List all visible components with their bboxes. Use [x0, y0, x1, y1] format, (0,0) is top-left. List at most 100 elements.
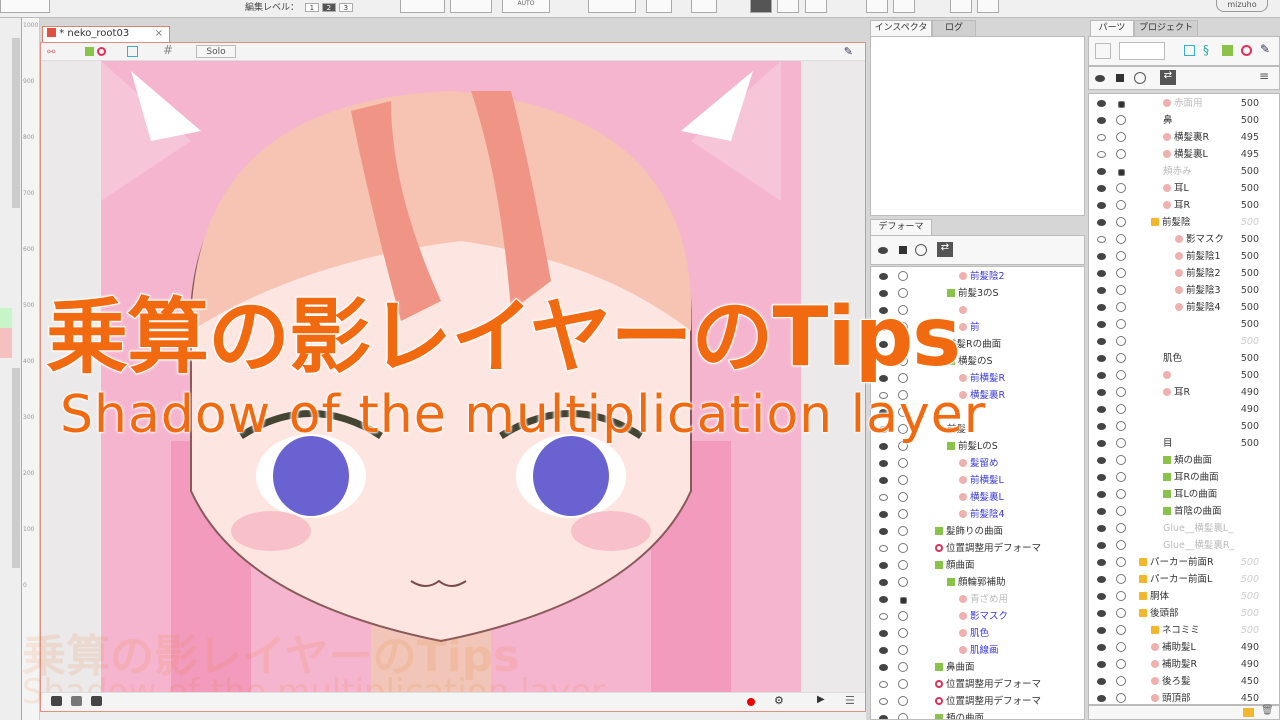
- tree-row[interactable]: 前横髪L: [871, 472, 1084, 489]
- lock-icon[interactable]: [1118, 101, 1125, 108]
- draw-mode-button[interactable]: [400, 0, 445, 13]
- level-2-button[interactable]: 2: [321, 3, 336, 12]
- visibility-toggle-icon[interactable]: [1097, 372, 1106, 379]
- record-button[interactable]: [747, 698, 755, 706]
- curve-tool-button[interactable]: [977, 0, 999, 13]
- tree-row[interactable]: Glue__横髪裏R_: [1089, 537, 1279, 554]
- tree-row[interactable]: 耳L 500: [1089, 180, 1279, 197]
- tree-row[interactable]: 耳R 490: [1089, 384, 1279, 401]
- visibility-toggle-icon[interactable]: [1097, 406, 1106, 413]
- lock-toggle-icon[interactable]: [1116, 217, 1126, 227]
- tree-row[interactable]: 髪留め: [871, 455, 1084, 472]
- tree-row[interactable]: 補助髪L 490: [1089, 639, 1279, 656]
- visibility-toggle-icon[interactable]: [879, 545, 888, 552]
- tree-row[interactable]: 耳Lの曲面: [1089, 486, 1279, 503]
- tree-row[interactable]: Glue__横髪裏L_: [1089, 520, 1279, 537]
- lock-toggle-icon[interactable]: [1116, 387, 1126, 397]
- tree-row[interactable]: 後ろ髪 450: [1089, 673, 1279, 690]
- tree-row[interactable]: 後頭部 500: [1089, 605, 1279, 622]
- lock-toggle-icon[interactable]: [1116, 370, 1126, 380]
- tree-row[interactable]: 頬の曲面: [1089, 452, 1279, 469]
- tree-row[interactable]: 肌色 500: [1089, 350, 1279, 367]
- visibility-toggle-icon[interactable]: [1097, 457, 1106, 464]
- lock-toggle-icon[interactable]: [1116, 489, 1126, 499]
- list-icon[interactable]: ☰: [845, 694, 855, 707]
- eye-icon[interactable]: [878, 247, 888, 254]
- lock-toggle-icon[interactable]: [1116, 659, 1126, 669]
- visibility-toggle-icon[interactable]: [879, 596, 888, 603]
- visibility-toggle-icon[interactable]: [879, 715, 888, 719]
- lock-toggle-icon[interactable]: [1116, 625, 1126, 635]
- visibility-toggle-icon[interactable]: [1097, 270, 1106, 277]
- level-3-button[interactable]: 3: [338, 3, 353, 12]
- search-icon[interactable]: [1095, 43, 1111, 59]
- glue-filter-icon[interactable]: §: [1203, 43, 1209, 57]
- bulb-button[interactable]: [450, 0, 492, 13]
- tool-button[interactable]: [691, 0, 717, 13]
- tree-row[interactable]: 赤面用 500: [1089, 95, 1279, 112]
- lock-toggle-icon[interactable]: [1116, 336, 1126, 346]
- tree-row[interactable]: 位置調整用デフォーマ: [871, 693, 1084, 710]
- visibility-toggle-icon[interactable]: [1097, 321, 1106, 328]
- visibility-toggle-icon[interactable]: [1097, 117, 1106, 124]
- visibility-toggle-icon[interactable]: [1097, 355, 1106, 362]
- tree-row[interactable]: 500: [1089, 333, 1279, 350]
- visibility-toggle-icon[interactable]: [879, 647, 888, 654]
- lock-toggle-icon[interactable]: [898, 645, 908, 655]
- menu-icon[interactable]: ≡: [1259, 69, 1269, 83]
- visibility-toggle-icon[interactable]: [879, 528, 888, 535]
- swap-icon[interactable]: ⇄: [937, 242, 953, 257]
- play-button[interactable]: ▶: [817, 694, 825, 705]
- tree-row[interactable]: 前髪陰4 500: [1089, 299, 1279, 316]
- lock-toggle-icon[interactable]: [1116, 693, 1126, 703]
- tree-row[interactable]: 青ざめ用: [871, 591, 1084, 608]
- visibility-toggle-icon[interactable]: [1097, 100, 1106, 107]
- pen-icon[interactable]: ✎: [844, 45, 853, 58]
- lock-toggle-icon[interactable]: [1116, 676, 1126, 686]
- tab-project[interactable]: プロジェクト: [1134, 20, 1198, 36]
- tree-row[interactable]: 肌色: [871, 625, 1084, 642]
- lock-toggle-icon[interactable]: [1116, 319, 1126, 329]
- lock-toggle-icon[interactable]: [1116, 149, 1126, 159]
- tree-row[interactable]: 横髪裏L 495: [1089, 146, 1279, 163]
- lock-toggle-icon[interactable]: [898, 577, 908, 587]
- lock-toggle-icon[interactable]: [1116, 540, 1126, 550]
- tree-row[interactable]: ネコミミ 500: [1089, 622, 1279, 639]
- tab-log[interactable]: ログ: [932, 20, 976, 36]
- tree-row[interactable]: 補助髪R 490: [1089, 656, 1279, 673]
- camera-icon[interactable]: [51, 696, 62, 706]
- tree-row[interactable]: 頬の曲面: [871, 710, 1084, 719]
- lock-toggle-icon[interactable]: [1116, 302, 1126, 312]
- tree-row[interactable]: 肌線画: [871, 642, 1084, 659]
- tree-row[interactable]: 鼻 500: [1089, 112, 1279, 129]
- tree-row[interactable]: 横髪裏R 495: [1089, 129, 1279, 146]
- tree-row[interactable]: 前髪陰3 500: [1089, 282, 1279, 299]
- level-1-button[interactable]: 1: [304, 3, 319, 12]
- lock-toggle-icon[interactable]: [1116, 268, 1126, 278]
- visibility-toggle-icon[interactable]: [879, 494, 888, 501]
- visibility-toggle-icon[interactable]: [879, 698, 888, 705]
- lock-toggle-icon[interactable]: [1116, 523, 1126, 533]
- visibility-toggle-icon[interactable]: [879, 562, 888, 569]
- lock-toggle-icon[interactable]: [1116, 285, 1126, 295]
- tree-row[interactable]: 横髪裏L: [871, 489, 1084, 506]
- tab-parts[interactable]: パーツ: [1090, 20, 1134, 36]
- tree-row[interactable]: 首陰の曲面: [1089, 503, 1279, 520]
- camera-icon[interactable]: [71, 696, 82, 706]
- close-tab-button[interactable]: ×: [155, 27, 163, 41]
- lock-toggle-icon[interactable]: [1116, 472, 1126, 482]
- visibility-toggle-icon[interactable]: [1097, 134, 1106, 141]
- tree-row[interactable]: 頬赤み 500: [1089, 163, 1279, 180]
- tree-row[interactable]: 耳Rの曲面: [1089, 469, 1279, 486]
- visibility-toggle-icon[interactable]: [1097, 253, 1106, 260]
- visibility-toggle-icon[interactable]: [1097, 678, 1106, 685]
- mesh-icon[interactable]: [127, 46, 138, 57]
- tree-row[interactable]: パーカー前面L 500: [1089, 571, 1279, 588]
- visibility-toggle-icon[interactable]: [879, 613, 888, 620]
- pin-tool-button[interactable]: [893, 0, 915, 13]
- lock-icon[interactable]: [899, 246, 907, 254]
- visibility-toggle-icon[interactable]: [1097, 508, 1106, 515]
- lock-toggle-icon[interactable]: [1116, 574, 1126, 584]
- lock-toggle-icon[interactable]: [1116, 183, 1126, 193]
- lock-toggle-icon[interactable]: [898, 611, 908, 621]
